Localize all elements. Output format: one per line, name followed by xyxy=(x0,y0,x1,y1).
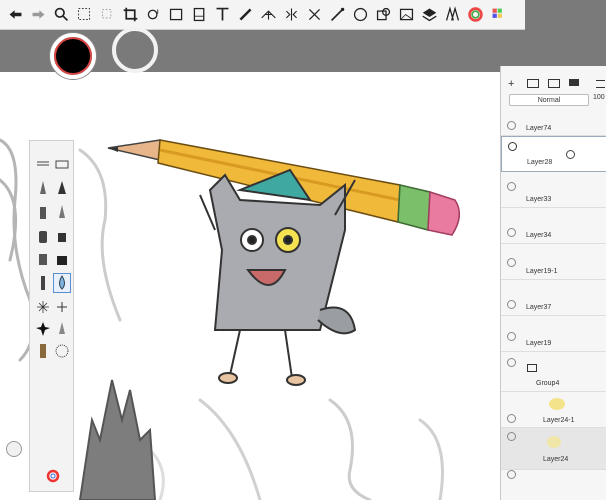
eraser-tool-icon[interactable] xyxy=(53,227,71,247)
yellow-dots-thumbnail xyxy=(547,436,561,448)
transform-icon[interactable] xyxy=(142,4,164,26)
visibility-icon[interactable] xyxy=(507,470,516,479)
ellipse-icon[interactable] xyxy=(349,4,371,26)
mirror-icon[interactable] xyxy=(280,4,302,26)
layer-icon[interactable] xyxy=(418,4,440,26)
image-layer-icon[interactable] xyxy=(548,79,560,88)
zoom-icon[interactable] xyxy=(50,4,72,26)
layer-row[interactable]: Layer24 xyxy=(501,428,606,470)
text-icon[interactable] xyxy=(211,4,233,26)
layer-row[interactable]: Layer19-1 xyxy=(501,244,606,280)
visibility-icon[interactable] xyxy=(507,258,516,267)
add-layer-icon[interactable]: + xyxy=(508,78,514,90)
brush-grid-icon[interactable] xyxy=(53,155,71,175)
merge-icon[interactable] xyxy=(569,79,579,86)
layer-name: Layer19 xyxy=(526,340,552,347)
folder-icon[interactable] xyxy=(527,79,539,88)
brush-settings-icon[interactable] xyxy=(34,155,52,175)
ink-pen-tool-icon[interactable] xyxy=(53,179,71,199)
lasso-icon[interactable] xyxy=(96,4,118,26)
group-folder-icon xyxy=(527,364,537,372)
visibility-icon[interactable] xyxy=(507,414,516,423)
grid-icon[interactable] xyxy=(487,4,509,26)
shape-icon[interactable] xyxy=(372,4,394,26)
visibility-icon[interactable] xyxy=(507,300,516,309)
ruler-icon[interactable] xyxy=(234,4,256,26)
marker-tool-icon[interactable] xyxy=(34,203,52,223)
fill-icon[interactable] xyxy=(441,4,463,26)
redo-icon[interactable] xyxy=(27,4,49,26)
secondary-color-well[interactable] xyxy=(112,27,158,73)
blur-tool-icon[interactable] xyxy=(34,273,52,293)
sync-icon[interactable] xyxy=(566,150,575,159)
brush-tool-icon[interactable] xyxy=(53,203,71,223)
layer-name: Layer24 xyxy=(543,456,569,463)
image-icon[interactable] xyxy=(395,4,417,26)
group-row[interactable]: Group4 xyxy=(501,352,606,392)
color-picker-icon[interactable] xyxy=(43,466,63,486)
crop-icon[interactable] xyxy=(119,4,141,26)
visibility-icon[interactable] xyxy=(507,121,516,130)
layer-name: Layer33 xyxy=(526,196,552,203)
bristle-brush-icon[interactable] xyxy=(34,341,52,361)
select-icon[interactable] xyxy=(73,4,95,26)
hidden-visibility-icon[interactable] xyxy=(507,432,516,441)
grey-shape xyxy=(78,379,157,500)
creature-drawing xyxy=(199,168,357,386)
layer-row[interactable]: Layer34 xyxy=(501,208,606,244)
primary-color-well[interactable] xyxy=(50,33,96,79)
layers-panel: + Normal 100 Layer74 Layer28 Layer33 Lay… xyxy=(500,66,606,500)
group-name: Group4 xyxy=(536,380,560,387)
visibility-icon[interactable] xyxy=(507,358,516,367)
smudge-tool-icon[interactable] xyxy=(34,249,52,269)
layer-row[interactable]: Layer33 xyxy=(501,172,606,208)
layer-row[interactable]: Layer24-1 xyxy=(501,392,606,428)
bucket-tool-icon[interactable] xyxy=(53,249,71,269)
visibility-icon[interactable] xyxy=(507,182,516,191)
menu-icon[interactable] xyxy=(596,80,605,88)
perspective-icon[interactable] xyxy=(257,4,279,26)
drawing-canvas[interactable]: + Normal 100 Layer74 Layer28 Layer33 Lay… xyxy=(0,0,606,500)
layer-name: Layer24-1 xyxy=(543,417,575,424)
undo-icon[interactable] xyxy=(4,4,26,26)
yellow-dots-thumbnail xyxy=(549,398,565,410)
layer-name: Layer34 xyxy=(526,232,552,239)
visibility-icon[interactable] xyxy=(507,228,516,237)
star-brush-icon[interactable] xyxy=(53,297,71,317)
layer-row[interactable]: Layer37 xyxy=(501,280,606,316)
airbrush-tool-icon[interactable] xyxy=(34,227,52,247)
sparkle-brush-icon[interactable] xyxy=(34,297,52,317)
layer-name: Layer74 xyxy=(526,125,552,132)
layer-row-selected[interactable]: Layer28 xyxy=(501,136,606,172)
layer-row[interactable]: Layer74 xyxy=(501,112,606,136)
x-symmetry-icon[interactable] xyxy=(303,4,325,26)
distort-icon[interactable] xyxy=(165,4,187,26)
layer-row[interactable]: Layer19 xyxy=(501,316,606,352)
pencil-tool-icon[interactable] xyxy=(34,179,52,199)
help-icon[interactable] xyxy=(6,441,22,457)
blend-mode-select[interactable]: Normal xyxy=(509,94,589,106)
splatter-brush-icon[interactable] xyxy=(34,319,52,339)
symmetry-icon[interactable] xyxy=(188,4,210,26)
brush-tool-panel xyxy=(29,140,74,492)
top-toolbar xyxy=(0,0,525,30)
layer-name: Layer19-1 xyxy=(526,268,558,275)
water-drop-tool-icon[interactable] xyxy=(53,273,71,293)
pen-icon[interactable] xyxy=(326,4,348,26)
visibility-icon[interactable] xyxy=(507,332,516,341)
opacity-field[interactable]: 100 xyxy=(593,94,605,101)
layer-name: Layer37 xyxy=(526,304,552,311)
scatter-brush-icon[interactable] xyxy=(53,341,71,361)
color-wheel-icon[interactable] xyxy=(464,4,486,26)
layer-name: Layer28 xyxy=(527,159,553,166)
visibility-icon[interactable] xyxy=(508,142,517,151)
texture-brush-icon[interactable] xyxy=(53,319,71,339)
